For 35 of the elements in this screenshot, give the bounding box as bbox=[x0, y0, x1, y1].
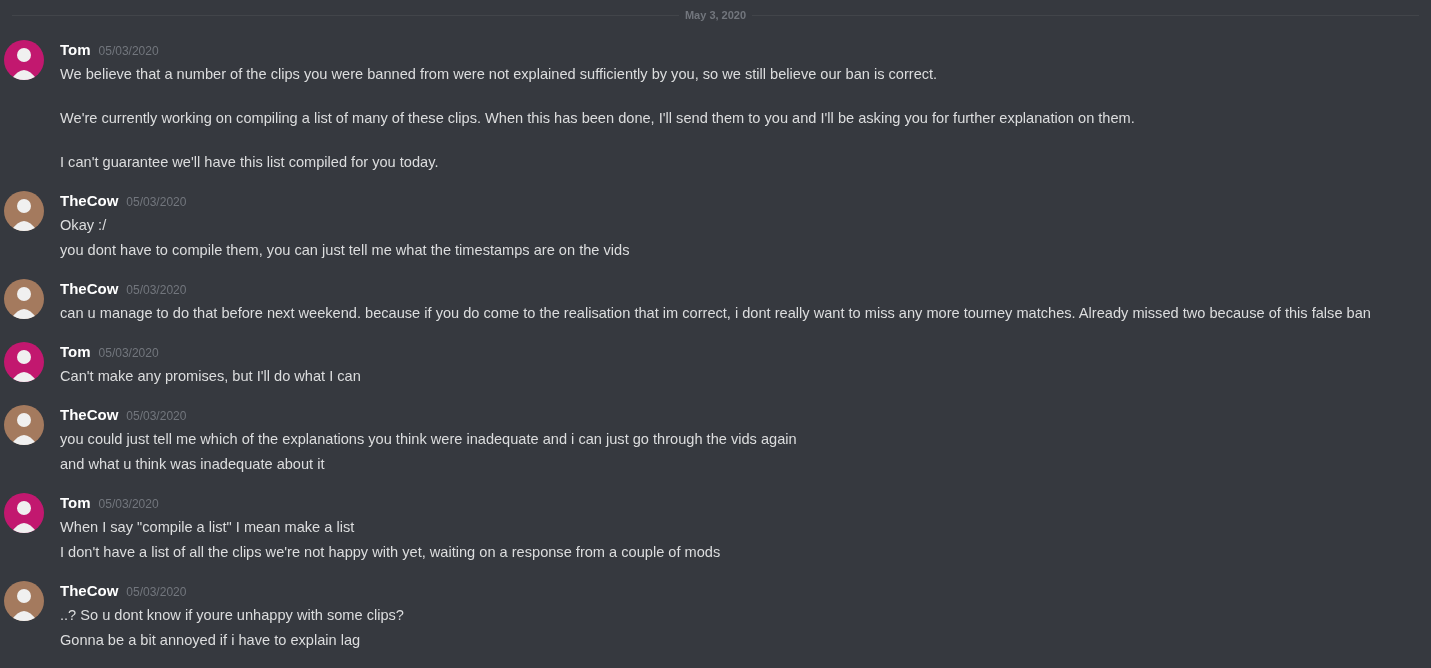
message-text: I can't guarantee we'll have this list compiled for you today. bbox=[60, 153, 440, 172]
avatar[interactable] bbox=[4, 581, 44, 621]
timestamp: 05/03/2020 bbox=[126, 282, 187, 299]
timestamp: 05/03/2020 bbox=[126, 408, 187, 425]
avatar[interactable] bbox=[4, 405, 44, 445]
username[interactable]: Tom bbox=[60, 342, 91, 362]
timestamp: 05/03/2020 bbox=[98, 43, 159, 60]
message-text: Gonna be a bit annoyed if i have to explain lag bbox=[60, 631, 362, 650]
message-text: We believe that a number of the clips you were banned from were not explained sufficiently by you, so we still believe our ban is correct. bbox=[60, 65, 939, 84]
message-text: you dont have to compile them, you can just tell me what the timestamps are on the vids bbox=[60, 241, 630, 260]
avatar[interactable] bbox=[4, 40, 44, 80]
avatar[interactable] bbox=[4, 342, 44, 382]
timestamp: 05/03/2020 bbox=[98, 496, 159, 513]
message-text: When I say "compile a list" I mean make a list bbox=[60, 518, 356, 537]
avatar[interactable] bbox=[4, 279, 44, 319]
username[interactable]: TheCow bbox=[60, 405, 119, 425]
avatar[interactable] bbox=[4, 493, 44, 533]
message-text: I don't have a list of all the clips we're not happy with yet, waiting on a response from a couple of mods bbox=[60, 543, 721, 562]
message-text: We're currently working on compiling a list of many of these clips. When this has been done, I'll send them to you and I'll be asking you for further explanation on them. bbox=[60, 109, 1135, 128]
username[interactable]: TheCow bbox=[60, 279, 119, 299]
username[interactable]: Tom bbox=[60, 493, 91, 513]
message-text: and what u think was inadequate about it bbox=[60, 455, 326, 474]
username[interactable]: TheCow bbox=[60, 191, 119, 211]
timestamp: 05/03/2020 bbox=[126, 584, 187, 601]
username[interactable]: Tom bbox=[60, 40, 91, 60]
message-text: Okay :/ bbox=[60, 216, 108, 235]
timestamp: 05/03/2020 bbox=[126, 194, 187, 211]
timestamp: 05/03/2020 bbox=[98, 345, 159, 362]
avatar[interactable] bbox=[4, 191, 44, 231]
message-text: can u manage to do that before next weekend. because if you do come to the realisation that im correct, i dont really want to miss any more tourney matches. Already missed two because of this false ban bbox=[60, 304, 1371, 323]
message-text: you could just tell me which of the explanations you think were inadequate and i can just go through the vids again bbox=[60, 430, 797, 449]
username[interactable]: TheCow bbox=[60, 581, 119, 601]
message-text: Can't make any promises, but I'll do what I can bbox=[60, 367, 361, 386]
message-text: ..? So u dont know if youre unhappy with some clips? bbox=[60, 606, 404, 625]
date-divider: May 3, 2020 bbox=[683, 8, 748, 24]
